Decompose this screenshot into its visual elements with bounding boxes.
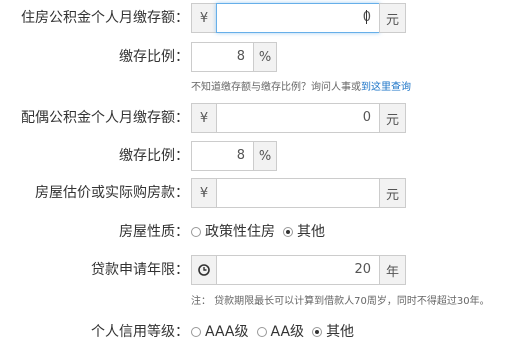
query-link[interactable]: 到这里查询 xyxy=(361,82,411,93)
credit-level-radio-group: AAA级 AA级 其他 xyxy=(191,322,362,342)
radio-checked-icon[interactable] xyxy=(283,227,293,237)
house-type-option-label: 政策性住房 xyxy=(205,224,275,240)
personal-unit-addon: 元 xyxy=(379,3,406,33)
credit-option-aaa[interactable]: AAA级 xyxy=(191,322,249,342)
credit-option-other[interactable]: 其他 xyxy=(312,322,354,342)
house-price-label: 房屋估价或实际购房款： xyxy=(35,185,189,201)
personal-currency-addon: ¥ xyxy=(191,3,217,33)
radio-checked-icon[interactable] xyxy=(312,327,323,337)
ratio-hint-text: 不知道缴存额与缴存比例？询问人事或 xyxy=(191,82,361,93)
spouse-unit-addon: 元 xyxy=(379,103,406,133)
loan-years-label: 贷款申请年限： xyxy=(91,262,189,278)
text-caret xyxy=(366,10,367,24)
spouse-currency-addon: ¥ xyxy=(191,103,217,133)
loan-years-note: 注： 贷款期限最长可以计算到借款人70周岁，同时不得超过30年。 xyxy=(191,296,490,307)
ratio-hint: 不知道缴存额与缴存比例？询问人事或到这里查询 xyxy=(191,78,411,93)
personal-ratio-input[interactable]: 8 xyxy=(191,42,254,72)
personal-deposit-label: 住房公积金个人月缴存额： xyxy=(21,10,189,26)
radio-unchecked-icon[interactable] xyxy=(191,327,201,337)
spouse-ratio-unit-addon: % xyxy=(253,141,277,171)
credit-option-label: AA级 xyxy=(270,324,305,340)
house-price-input[interactable] xyxy=(216,178,380,208)
house-type-label: 房屋性质： xyxy=(119,224,189,240)
spouse-ratio-input[interactable]: 8 xyxy=(191,141,254,171)
credit-option-label: 其他 xyxy=(326,324,355,340)
loan-years-unit-addon: 年 xyxy=(379,255,406,285)
loan-years-input[interactable]: 20 xyxy=(216,255,380,285)
spouse-ratio-label: 缴存比例： xyxy=(119,148,189,164)
house-price-currency-addon: ¥ xyxy=(191,178,217,208)
clock-icon xyxy=(198,264,210,276)
house-price-unit-addon: 元 xyxy=(379,178,406,208)
house-type-option-label: 其他 xyxy=(297,224,325,240)
credit-option-label: AAA级 xyxy=(205,324,249,340)
house-type-option-policy[interactable]: 政策性住房 xyxy=(191,222,275,242)
house-type-radio-group: 政策性住房 其他 xyxy=(191,222,333,242)
personal-deposit-input[interactable]: 0 xyxy=(216,3,380,33)
spouse-deposit-label: 配偶公积金个人月缴存额： xyxy=(21,110,189,126)
house-type-option-other[interactable]: 其他 xyxy=(283,222,325,242)
loan-years-icon-addon xyxy=(191,255,217,285)
spouse-deposit-input[interactable]: 0 xyxy=(216,103,380,133)
radio-unchecked-icon[interactable] xyxy=(191,227,201,237)
credit-option-aa[interactable]: AA级 xyxy=(256,322,305,342)
personal-ratio-unit-addon: % xyxy=(253,42,277,72)
personal-ratio-label: 缴存比例： xyxy=(119,49,189,65)
radio-unchecked-icon[interactable] xyxy=(256,327,267,337)
credit-level-label: 个人信用等级： xyxy=(91,324,189,340)
